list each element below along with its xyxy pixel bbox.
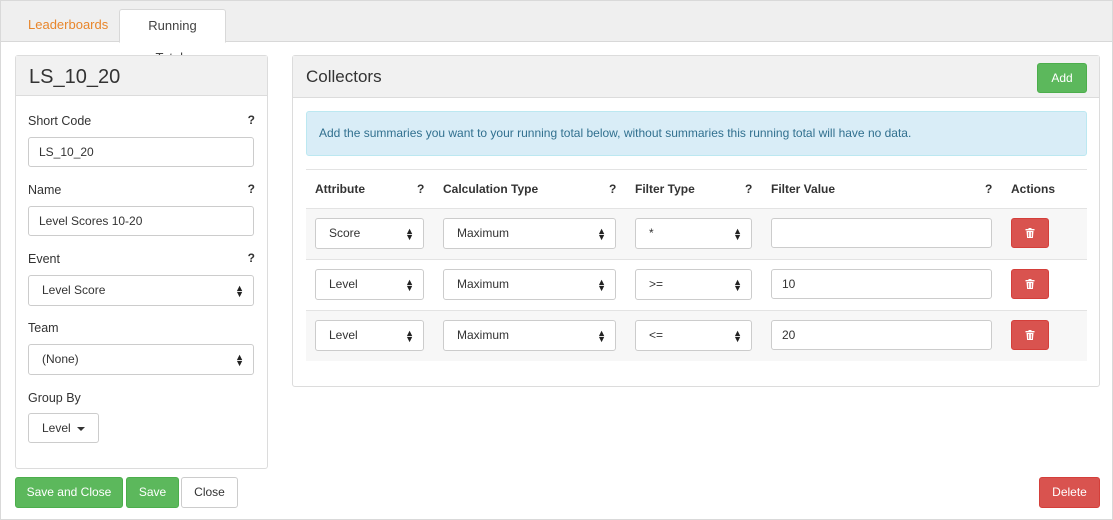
sort-caret-icon: ▲ ▼ [405,225,414,242]
team-select[interactable]: (None) ▲ ▼ [28,344,254,375]
save-button[interactable]: Save [126,477,179,508]
header-filter-type: Filter Type [635,182,695,196]
sort-caret-icon: ▲ ▼ [733,225,742,242]
name-label: Name [28,183,62,197]
delete-button[interactable]: Delete [1039,477,1100,508]
filter-type-value: >= [649,277,664,291]
tab-leaderboards[interactable]: Leaderboards [16,9,120,42]
app-frame: Leaderboards Running Totals LS_10_20 Sho… [0,0,1113,520]
filter-value-help-icon[interactable]: ? [985,182,992,196]
header-actions: Actions [1011,182,1056,196]
trash-icon [1025,279,1035,289]
attribute-value: Level [329,277,358,291]
filter-value-input[interactable]: 10 [771,269,992,299]
delete-row-button[interactable] [1011,218,1049,248]
calculation-type-value: Maximum [457,277,510,291]
trash-icon [1025,330,1035,340]
event-label: Event [28,252,60,266]
delete-row-button[interactable] [1011,320,1049,350]
filter-type-value: <= [649,328,664,342]
calculation-type-select[interactable]: Maximum ▲ ▼ [443,320,616,351]
sort-caret-icon: ▲ ▼ [733,276,742,293]
attribute-select[interactable]: Level ▲ ▼ [315,320,424,351]
add-collector-button[interactable]: Add [1037,63,1087,93]
short-code-input[interactable]: LS_10_20 [28,137,254,167]
sort-caret-icon: ▲ ▼ [597,225,606,242]
filter-value-input[interactable] [771,218,992,248]
event-select[interactable]: Level Score ▲ ▼ [28,275,254,306]
calculation-type-value: Maximum [457,328,510,342]
sort-caret-icon: ▲ ▼ [597,327,606,344]
delete-row-button[interactable] [1011,269,1049,299]
header-calculation-type: Calculation Type [443,182,539,196]
sort-caret-icon: ▲ ▼ [597,276,606,293]
short-code-help-icon[interactable]: ? [248,113,255,127]
event-select-value: Level Score [42,283,106,297]
save-and-close-button[interactable]: Save and Close [15,477,123,508]
filter-type-select[interactable]: >= ▲ ▼ [635,269,752,300]
sort-caret-icon: ▲ ▼ [405,276,414,293]
attribute-help-icon[interactable]: ? [417,182,424,196]
divider [306,169,1087,170]
collectors-panel: Collectors Add Add the summaries you wan… [292,55,1100,387]
caret-down-icon [76,426,85,431]
calculation-type-help-icon[interactable]: ? [609,182,616,196]
team-select-value: (None) [42,352,79,366]
info-alert: Add the summaries you want to your runni… [306,111,1087,156]
filter-type-value: * [649,226,654,240]
group-by-dropdown[interactable]: Level [28,413,99,443]
trash-icon [1025,228,1035,238]
attribute-value: Level [329,328,358,342]
sort-caret-icon: ▲ ▼ [235,351,244,368]
running-total-panel: LS_10_20 Short Code ? LS_10_20 Name ? Le… [15,55,268,469]
team-label: Team [28,321,59,335]
event-help-icon[interactable]: ? [248,251,255,265]
sort-caret-icon: ▲ ▼ [733,327,742,344]
name-help-icon[interactable]: ? [248,182,255,196]
filter-type-select[interactable]: <= ▲ ▼ [635,320,752,351]
panel-title: LS_10_20 [16,56,267,96]
group-by-label: Group By [28,391,81,405]
filter-type-select[interactable]: * ▲ ▼ [635,218,752,249]
attribute-select[interactable]: Score ▲ ▼ [315,218,424,249]
header-filter-value: Filter Value [771,182,836,196]
collectors-title: Collectors [306,67,382,86]
sort-caret-icon: ▲ ▼ [405,327,414,344]
calculation-type-value: Maximum [457,226,510,240]
header-attribute: Attribute [315,182,365,196]
attribute-select[interactable]: Level ▲ ▼ [315,269,424,300]
attribute-value: Score [329,226,361,240]
group-by-value: Level [42,421,71,435]
close-button[interactable]: Close [181,477,238,508]
calculation-type-select[interactable]: Maximum ▲ ▼ [443,269,616,300]
filter-type-help-icon[interactable]: ? [745,182,752,196]
sort-caret-icon: ▲ ▼ [235,282,244,299]
name-input[interactable]: Level Scores 10-20 [28,206,254,236]
short-code-label: Short Code [28,114,92,128]
collectors-header: Collectors Add [293,56,1099,98]
filter-value-input[interactable]: 20 [771,320,992,350]
divider [306,259,1087,260]
calculation-type-select[interactable]: Maximum ▲ ▼ [443,218,616,249]
tab-bar: Leaderboards Running Totals [1,1,1112,65]
tab-running-totals[interactable]: Running Totals [119,9,226,65]
